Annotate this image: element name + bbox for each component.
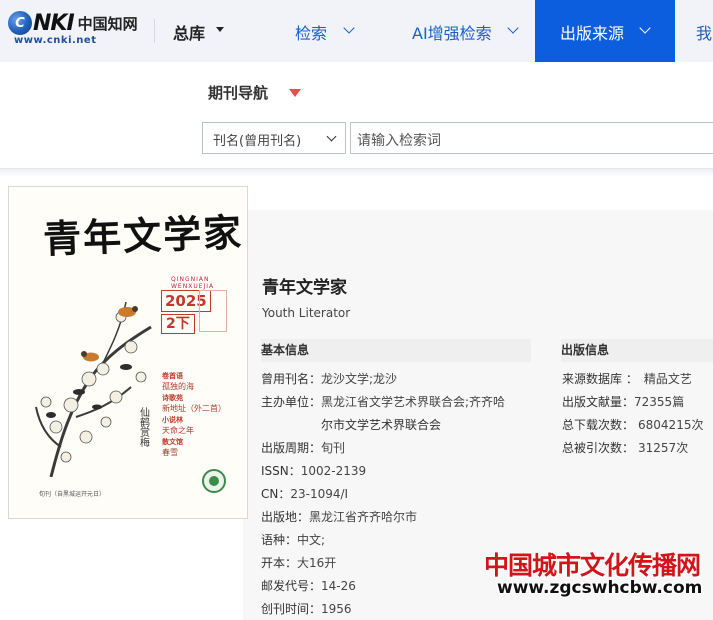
search-field-select[interactable]: 刊名(曾用刊名) (202, 122, 346, 154)
chevron-down-icon[interactable] (343, 22, 355, 34)
info-downloads: 总下载次数： 6804215次 (562, 418, 704, 432)
watermark-url: www.zgcswhcbw.com (497, 578, 703, 598)
journal-title: 青年文学家 (262, 278, 347, 298)
db-selector[interactable]: 总库 (173, 20, 205, 44)
top-navigation: C NKI 中国知网 www.cnki.net 总库 检索 AI增强检索 出版来… (0, 0, 713, 62)
nav-search[interactable]: 检索 (295, 20, 327, 44)
info-issn: ISSN：1002-2139 (261, 464, 367, 478)
info-language: 语种：中文; (261, 533, 326, 547)
chevron-down-icon[interactable] (639, 22, 651, 34)
info-postal-code: 邮发代号：14-26 (261, 579, 356, 593)
cover-pinyin: QINGNIAN WENXUEJIA (171, 276, 215, 290)
cover-seal-icon (202, 469, 226, 493)
publication-info-heading: 出版信息 (561, 339, 713, 362)
nav-partial-item[interactable]: 我 (696, 20, 712, 44)
nav-divider (154, 19, 155, 43)
journal-cover-image[interactable]: 青年文学家 QINGNIAN WENXUEJIA 2025 2下 仙鹤赏梅 卷首… (8, 186, 248, 519)
info-volume: 出版文献量：72355篇 (562, 395, 685, 409)
chevron-down-icon (326, 131, 337, 142)
toc-title: 天命之年 (162, 426, 194, 435)
chevron-down-icon[interactable] (507, 22, 519, 34)
section-shadow (0, 169, 713, 177)
info-sponsor-cont: 尔市文学艺术界联合会 (321, 418, 442, 432)
cover-info-box (199, 290, 227, 332)
caret-down-icon[interactable] (216, 27, 224, 32)
logo-url-text: www.cnki.net (14, 35, 97, 46)
toc-heading: 诗歌苑 (162, 394, 183, 402)
basic-info-heading: 基本信息 (261, 339, 531, 362)
cnki-logo[interactable]: C NKI 中国知网 www.cnki.net (8, 10, 138, 50)
cover-title: 青年文学家 (42, 209, 244, 262)
search-input[interactable]: 请输入检索词 (350, 122, 713, 154)
toc-heading: 小说林 (162, 416, 183, 424)
info-cn: CN：23-1094/I (261, 487, 349, 501)
nav-publication-source[interactable]: 出版来源 (535, 0, 675, 62)
toc-title: 孤独的海 (162, 382, 194, 391)
logo-brand-text: NKI (33, 10, 75, 36)
info-format: 开本：大16开 (261, 556, 337, 570)
cover-bird-painting: 仙鹤赏梅 (35, 301, 152, 477)
watermark-cn: 中国城市文化传播网 (484, 551, 701, 580)
toc-title: 新地址（外二首） (162, 404, 226, 413)
logo-c-icon: C (8, 11, 32, 35)
toc-heading: 散文馆 (162, 438, 183, 446)
journal-english-title: Youth Literator (262, 306, 351, 320)
logo-cn-text: 中国知网 (77, 14, 138, 33)
journal-navigation-title[interactable]: 期刊导航 (208, 82, 268, 103)
nav-ai-search[interactable]: AI增强检索 (412, 20, 492, 44)
info-cycle: 出版周期：旬刊 (261, 441, 346, 455)
info-cited: 总被引次数： 31257次 (562, 441, 689, 455)
toc-title: 春雪 (162, 448, 178, 457)
info-source-db: 来源数据库 ：精品文艺 (562, 372, 692, 386)
cover-issue: 2下 (161, 314, 195, 334)
cover-table-of-contents: 卷首语 孤独的海 诗歌苑 新地址（外二首） 小说林 天命之年 散文馆 春雪 (162, 372, 226, 460)
nav-publication-source-label: 出版来源 (560, 24, 625, 43)
triangle-down-icon[interactable] (289, 89, 301, 97)
cover-footer: 旬刊（自黑城运开元日） (39, 491, 106, 498)
toc-heading: 卷首语 (162, 372, 183, 380)
info-founded: 创刊时间：1956 (261, 602, 352, 616)
info-place: 出版地：黑龙江省齐齐哈尔市 (261, 510, 418, 524)
info-former-name: 曾用刊名：龙沙文学;龙沙 (261, 372, 398, 386)
search-placeholder: 请输入检索词 (357, 133, 441, 149)
svg-text:仙鹤赏梅: 仙鹤赏梅 (138, 406, 150, 448)
info-sponsor: 主办单位：黑龙江省文学艺术界联合会;齐齐哈 (261, 395, 506, 409)
search-field-value: 刊名(曾用刊名) (213, 134, 302, 149)
logo-wordmark: C NKI 中国知网 (8, 10, 138, 36)
